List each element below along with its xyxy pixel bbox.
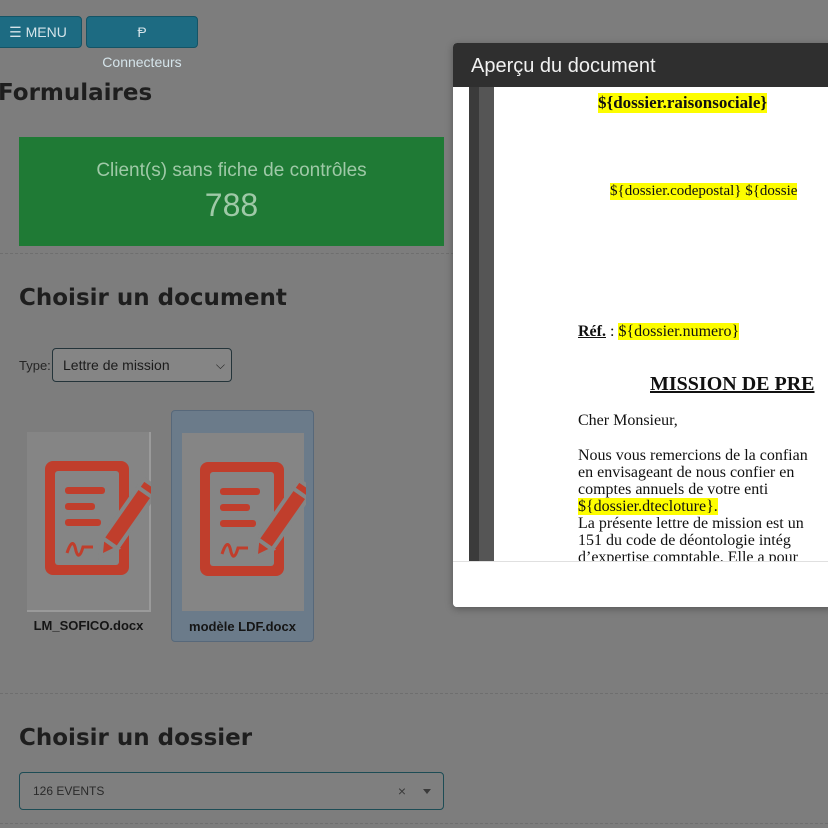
modal-title: Aperçu du document <box>471 55 656 77</box>
section-divider <box>0 823 828 824</box>
mission-heading: MISSION DE PRE <box>650 373 815 395</box>
body-line: La présente lettre de mission est un <box>578 515 804 532</box>
letter-body: Nous vous remercions de la confian en en… <box>578 447 828 561</box>
body-line: 151 du code de déontologie intég <box>578 532 791 549</box>
placeholder-dtecloture: ${dossier.dtecloture}. <box>578 498 718 515</box>
body-line: en envisageant de nous confier en <box>578 464 795 481</box>
document-type-value: Lettre de mission <box>63 357 170 373</box>
modal-header: Aperçu du document <box>453 43 828 87</box>
body-line: ${dossier.dtecloture}. <box>578 498 828 515</box>
clients-without-control-sheet-card[interactable]: Client(s) sans fiche de contrôles 788 <box>19 137 444 246</box>
document-name: modèle LDF.docx <box>189 619 296 634</box>
clear-icon[interactable]: × <box>398 783 406 799</box>
stat-label: Client(s) sans fiche de contrôles <box>96 160 367 181</box>
page-title: Formulaires <box>0 80 153 106</box>
modal-footer <box>453 561 828 607</box>
section-divider <box>0 253 454 254</box>
document-card-modele-ldf[interactable]: modèle LDF.docx <box>171 410 314 642</box>
dossier-value: 126 EVENTS <box>33 784 105 798</box>
greeting: Cher Monsieur, <box>578 412 678 429</box>
body-line: d’expertise comptable. Elle a pour <box>578 549 798 561</box>
caret-down-icon[interactable] <box>423 789 431 794</box>
type-label: Type: <box>19 358 51 373</box>
choose-document-heading: Choisir un document <box>19 285 287 311</box>
document-preview-modal: Aperçu du document ${dossier.raisonsocia… <box>453 43 828 607</box>
stat-value: 788 <box>204 187 259 223</box>
chevron-down-icon: ⌵ <box>215 358 225 372</box>
viewer-gutter <box>469 87 479 561</box>
dossier-select[interactable]: 126 EVENTS × <box>19 772 444 810</box>
document-thumbnail <box>27 432 151 612</box>
choose-dossier-heading: Choisir un dossier <box>19 725 253 751</box>
signed-document-icon <box>200 462 306 576</box>
placeholder-raison-sociale: ${dossier.raisonsociale} <box>598 93 768 113</box>
reference-label: Réf. <box>578 323 606 340</box>
section-divider <box>0 693 828 694</box>
document-page: ${dossier.raisonsociale} ${dossier.codep… <box>494 87 828 561</box>
document-card-lm-sofico[interactable]: LM_SOFICO.docx <box>17 410 160 642</box>
document-type-select[interactable]: Lettre de mission ⌵ <box>52 348 232 382</box>
signed-document-icon <box>45 461 151 575</box>
menu-button[interactable]: ☰ MENU <box>0 16 82 48</box>
reference-line: Réf. : ${dossier.numero} <box>578 323 740 341</box>
placeholder-numero: ${dossier.numero} <box>618 323 740 340</box>
body-line: comptes annuels de votre enti <box>578 481 769 498</box>
document-thumbnail <box>182 433 306 611</box>
document-name: LM_SOFICO.docx <box>33 618 144 633</box>
document-viewer[interactable]: ${dossier.raisonsociale} ${dossier.codep… <box>469 87 828 561</box>
body-line: Nous vous remercions de la confian <box>578 447 808 464</box>
placeholder-codepostal: ${dossier.codepostal} ${dossie <box>610 183 798 200</box>
reference-separator: : <box>605 323 619 340</box>
connectors-button[interactable]: Ᵽ Connecteurs <box>86 16 198 70</box>
